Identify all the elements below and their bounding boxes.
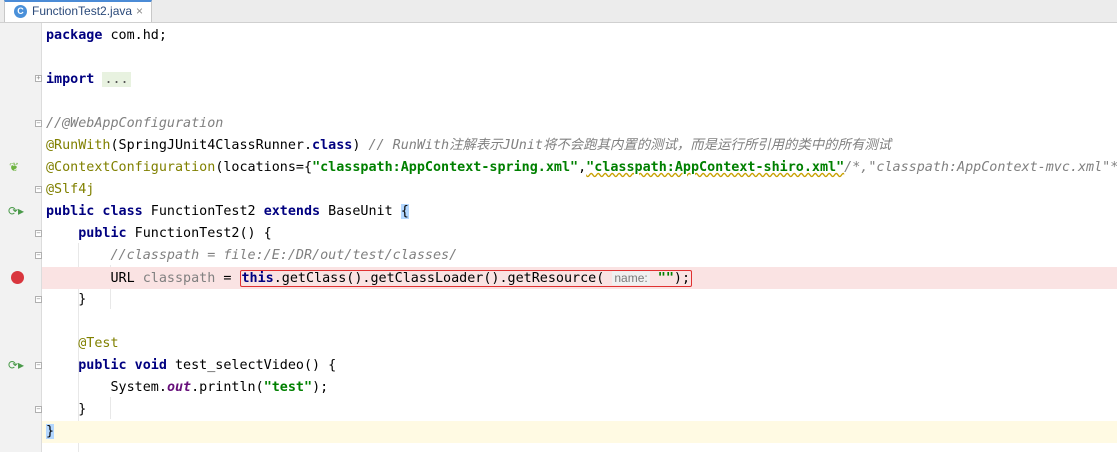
- code-line: import ...: [46, 72, 131, 87]
- code-editor[interactable]: package com.hd; import ... //@WebAppConf…: [42, 23, 1117, 452]
- fold-marker[interactable]: −: [35, 406, 42, 413]
- run-test-icon[interactable]: ⟳▸: [8, 358, 24, 372]
- spring-bean-icon[interactable]: ❦: [9, 160, 19, 174]
- fold-marker[interactable]: −: [35, 186, 42, 193]
- folded-imports[interactable]: ...: [102, 72, 131, 87]
- fold-marker[interactable]: −: [35, 296, 42, 303]
- code-line: @RunWith(SpringJUnit4ClassRunner.class) …: [46, 138, 892, 153]
- code-line: public void test_selectVideo() {: [78, 358, 337, 373]
- caret-line: }: [42, 421, 1117, 443]
- fold-marker[interactable]: −: [35, 120, 42, 127]
- code-line: //classpath = file:/E:/DR/out/test/class…: [110, 248, 458, 263]
- fold-marker[interactable]: −: [35, 362, 42, 369]
- code-line: public class FunctionTest2 extends BaseU…: [46, 204, 409, 219]
- editor-gutter[interactable]: ❦ ⟳▸ ⟳▸ + − − − − − − −: [0, 23, 42, 452]
- code-line: }: [78, 292, 87, 307]
- fold-marker[interactable]: +: [35, 75, 42, 82]
- fold-marker[interactable]: −: [35, 230, 42, 237]
- code-line: System.out.println("test");: [110, 380, 329, 395]
- code-line: @ContextConfiguration(locations={"classp…: [46, 160, 1117, 175]
- parameter-hint: name:: [612, 271, 650, 285]
- code-line: public FunctionTest2() {: [78, 226, 272, 241]
- close-icon[interactable]: ×: [136, 4, 143, 18]
- code-line: package com.hd;: [46, 28, 167, 43]
- run-test-icon[interactable]: ⟳▸: [8, 204, 24, 218]
- code-line: @Slf4j: [46, 182, 95, 197]
- code-line: }: [78, 402, 87, 417]
- tab-label: FunctionTest2.java: [32, 4, 133, 18]
- editor-tab-bar: C FunctionTest2.java ×: [0, 0, 1117, 23]
- breakpoint-icon[interactable]: [11, 271, 24, 284]
- highlighted-expression: this.getClass().getClassLoader().getReso…: [239, 270, 693, 287]
- code-line: //@WebAppConfiguration: [46, 116, 224, 131]
- tab-functiontest2[interactable]: C FunctionTest2.java ×: [4, 0, 152, 22]
- java-class-icon: C: [14, 5, 27, 18]
- breakpoint-line: URL classpath = this.getClass().getClass…: [42, 267, 1117, 289]
- code-line: @Test: [78, 336, 119, 351]
- fold-marker[interactable]: −: [35, 252, 42, 259]
